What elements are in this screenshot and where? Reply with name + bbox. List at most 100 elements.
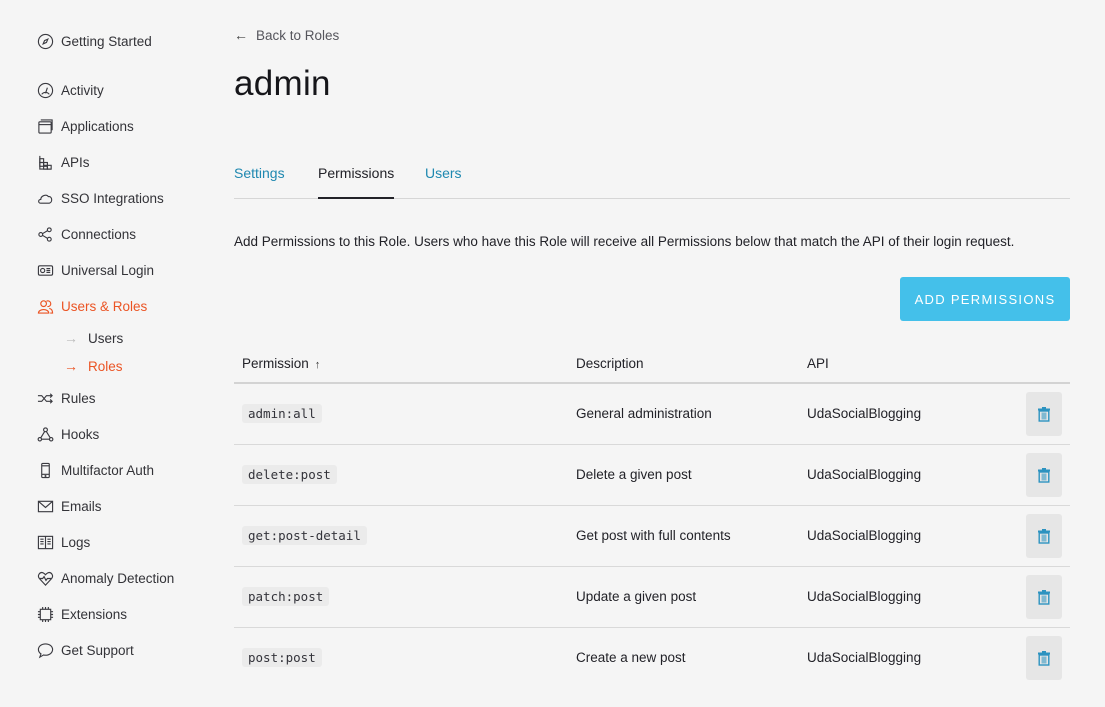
- sidebar-item-hooks[interactable]: Hooks: [36, 424, 99, 444]
- heart-pulse-icon: [36, 569, 54, 587]
- sidebar-subitem-label: Roles: [88, 358, 123, 374]
- blocks-icon: [36, 153, 54, 171]
- table-row: patch:post Update a given post UdaSocial…: [234, 567, 1070, 628]
- table-row: get:post-detail Get post with full conte…: [234, 506, 1070, 567]
- compass-icon: [36, 32, 54, 50]
- trash-icon: [1038, 468, 1050, 483]
- page-title: admin: [234, 64, 331, 103]
- sidebar-item-activity[interactable]: Activity: [36, 80, 104, 100]
- sidebar-item-universal-login[interactable]: Universal Login: [36, 260, 154, 280]
- sidebar-subitem-users[interactable]: → Users: [64, 328, 123, 348]
- sidebar-subitem-roles[interactable]: → Roles: [64, 356, 123, 376]
- sidebar: Getting Started Activity Applications AP…: [0, 0, 210, 707]
- sidebar-item-label: Users & Roles: [61, 298, 148, 314]
- permission-name: post:post: [242, 648, 322, 667]
- column-header-description: Description: [576, 356, 644, 371]
- sidebar-item-getting-started[interactable]: Getting Started: [36, 31, 152, 51]
- sidebar-item-label: Getting Started: [61, 33, 152, 49]
- book-icon: [36, 533, 54, 551]
- permission-api: UdaSocialBlogging: [807, 467, 922, 482]
- sidebar-item-label: Extensions: [61, 606, 128, 622]
- sidebar-item-label: Logs: [61, 534, 91, 550]
- permission-name: get:post-detail: [242, 526, 367, 545]
- sidebar-item-label: Applications: [61, 118, 134, 134]
- sidebar-item-multifactor-auth[interactable]: Multifactor Auth: [36, 460, 154, 480]
- permission-name: admin:all: [242, 404, 322, 423]
- back-link-label: Back to Roles: [256, 27, 340, 43]
- column-header-permission[interactable]: Permission ↑: [242, 356, 320, 371]
- sidebar-item-connections[interactable]: Connections: [36, 224, 136, 244]
- permissions-description: Add Permissions to this Role. Users who …: [234, 234, 1015, 249]
- chat-bubble-icon: [36, 641, 54, 659]
- tab-settings[interactable]: Settings: [234, 165, 285, 199]
- trash-icon: [1038, 407, 1050, 422]
- sidebar-item-logs[interactable]: Logs: [36, 532, 90, 552]
- sidebar-item-label: Universal Login: [61, 262, 155, 278]
- tab-users[interactable]: Users: [425, 165, 462, 199]
- sidebar-subitem-label: Users: [88, 330, 124, 346]
- arrow-right-icon: →: [64, 358, 78, 374]
- permissions-table: Permission ↑ Description API admin:all Ge…: [234, 344, 1070, 689]
- gauge-icon: [36, 81, 54, 99]
- delete-permission-button[interactable]: [1026, 575, 1062, 619]
- arrow-right-icon: →: [64, 330, 78, 346]
- envelope-icon: [36, 497, 54, 515]
- table-row: post:post Create a new post UdaSocialBlo…: [234, 628, 1070, 689]
- sidebar-item-emails[interactable]: Emails: [36, 496, 102, 516]
- add-permissions-button[interactable]: ADD PERMISSIONS: [900, 277, 1070, 321]
- sidebar-item-rules[interactable]: Rules: [36, 388, 96, 408]
- delete-permission-button[interactable]: [1026, 636, 1062, 680]
- sidebar-item-label: Activity: [61, 82, 104, 98]
- permission-description: General administration: [576, 406, 712, 421]
- column-header-api: API: [807, 356, 829, 371]
- sort-ascending-icon: ↑: [314, 359, 321, 371]
- sidebar-item-label: Multifactor Auth: [61, 462, 155, 478]
- sidebar-item-sso-integrations[interactable]: SSO Integrations: [36, 188, 164, 208]
- permission-description: Delete a given post: [576, 467, 692, 482]
- back-to-roles-link[interactable]: ← Back to Roles: [234, 27, 339, 43]
- trash-icon: [1038, 651, 1050, 666]
- table-header: Permission ↑ Description API: [234, 344, 1070, 384]
- sidebar-item-label: Get Support: [61, 642, 134, 658]
- sidebar-item-label: Emails: [61, 498, 102, 514]
- sidebar-item-extensions[interactable]: Extensions: [36, 604, 127, 624]
- sidebar-item-label: SSO Integrations: [61, 190, 164, 206]
- delete-permission-button[interactable]: [1026, 514, 1062, 558]
- trash-icon: [1038, 590, 1050, 605]
- permission-api: UdaSocialBlogging: [807, 589, 922, 604]
- delete-permission-button[interactable]: [1026, 392, 1062, 436]
- sidebar-item-users-roles[interactable]: Users & Roles: [36, 296, 147, 316]
- sidebar-item-apis[interactable]: APIs: [36, 152, 90, 172]
- sidebar-item-label: APIs: [61, 154, 90, 170]
- sidebar-item-label: Hooks: [61, 426, 100, 442]
- sidebar-item-anomaly-detection[interactable]: Anomaly Detection: [36, 568, 174, 588]
- permission-name: patch:post: [242, 587, 330, 606]
- permission-api: UdaSocialBlogging: [807, 650, 922, 665]
- permission-description: Update a given post: [576, 589, 697, 604]
- permission-description: Get post with full contents: [576, 528, 731, 543]
- permission-name: delete:post: [242, 465, 337, 484]
- tab-permissions[interactable]: Permissions: [318, 165, 395, 199]
- arrow-left-icon: ←: [234, 27, 248, 43]
- permission-api: UdaSocialBlogging: [807, 528, 922, 543]
- phone-icon: [36, 461, 54, 479]
- sidebar-item-label: Connections: [61, 226, 137, 242]
- id-card-icon: [36, 261, 54, 279]
- cloud-icon: [36, 189, 54, 207]
- sidebar-item-applications[interactable]: Applications: [36, 116, 134, 136]
- shuffle-icon: [36, 389, 54, 407]
- chip-icon: [36, 605, 54, 623]
- users-icon: [36, 297, 54, 315]
- table-row: admin:all General administration UdaSoci…: [234, 384, 1070, 445]
- sidebar-item-label: Anomaly Detection: [61, 570, 175, 586]
- sidebar-item-get-support[interactable]: Get Support: [36, 640, 134, 660]
- permission-description: Create a new post: [576, 650, 686, 665]
- delete-permission-button[interactable]: [1026, 453, 1062, 497]
- hooks-icon: [36, 425, 54, 443]
- permission-api: UdaSocialBlogging: [807, 406, 922, 421]
- sidebar-item-label: Rules: [61, 390, 96, 406]
- share-nodes-icon: [36, 225, 54, 243]
- trash-icon: [1038, 529, 1050, 544]
- window-stack-icon: [36, 117, 54, 135]
- table-row: delete:post Delete a given post UdaSocia…: [234, 445, 1070, 506]
